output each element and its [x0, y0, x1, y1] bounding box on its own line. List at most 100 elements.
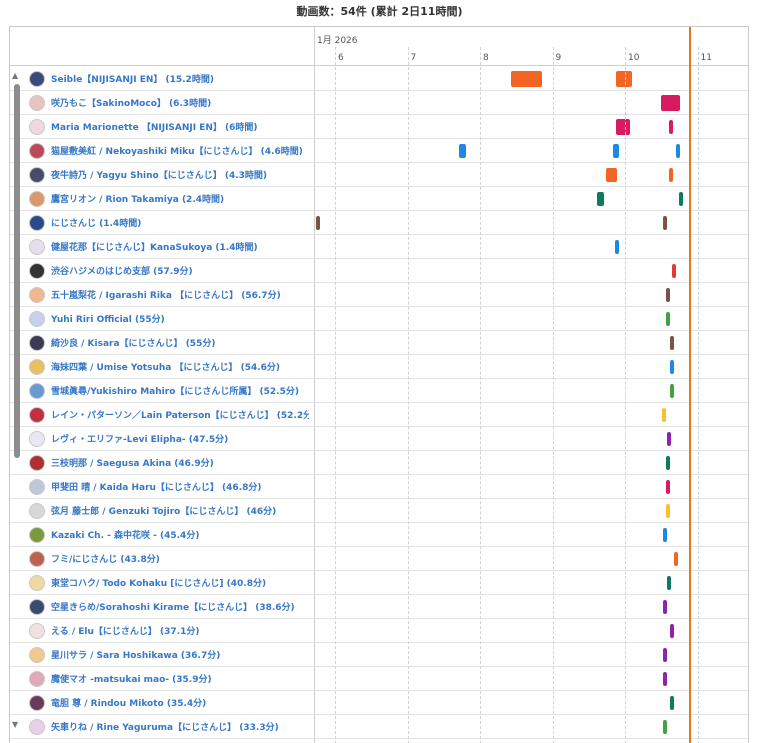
- channel-name-link[interactable]: Seible【NIJISANJI EN】 (15.2時間): [51, 72, 309, 85]
- stream-bar[interactable]: [662, 648, 667, 662]
- stream-bar[interactable]: [662, 600, 667, 614]
- channel-avatar[interactable]: [29, 359, 45, 375]
- channel-name-link[interactable]: 綺沙良 / Kisara【にじさんじ】 (55分): [51, 336, 309, 349]
- stream-bar[interactable]: [669, 696, 674, 710]
- scrollbar-thumb[interactable]: [14, 84, 20, 458]
- scroll-up-arrow-icon[interactable]: ▲: [12, 71, 18, 80]
- channel-name-link[interactable]: レイン・パターソン／Lain Paterson【にじさんじ】 (52.2分): [51, 408, 309, 421]
- stream-bar[interactable]: [669, 168, 674, 182]
- channel-name-link[interactable]: 三枝明那 / Saegusa Akina (46.9分): [51, 456, 309, 469]
- stream-bar[interactable]: [678, 192, 683, 206]
- scroll-down-arrow-icon[interactable]: ▼: [12, 720, 18, 729]
- stream-bar[interactable]: [597, 192, 604, 206]
- channel-name-link[interactable]: 健屋花那【にじさんじ】KanaSukoya (1.4時間): [51, 240, 309, 253]
- stream-bar[interactable]: [676, 144, 681, 158]
- stream-bar[interactable]: [666, 312, 671, 326]
- stream-bar[interactable]: [665, 480, 670, 494]
- stream-bar[interactable]: [663, 216, 668, 230]
- channel-row: 星川サラ / Sara Hoshikawa (36.7分): [10, 643, 748, 667]
- channel-avatar[interactable]: [29, 719, 45, 735]
- channel-name-link[interactable]: にじさんじ (1.4時間): [51, 216, 309, 229]
- channel-name-link[interactable]: Yuhi Riri Official (55分): [51, 312, 309, 325]
- channel-name-link[interactable]: 甲斐田 晴 / Kaida Haru【にじさんじ】 (46.8分): [51, 480, 309, 493]
- channel-name-link[interactable]: 弦月 藤士郎 / Genzuki Tojiro【にじさんじ】 (46分): [51, 504, 309, 517]
- channel-avatar[interactable]: [29, 119, 45, 135]
- channel-avatar[interactable]: [29, 287, 45, 303]
- stream-bar[interactable]: [667, 576, 672, 590]
- channel-name-link[interactable]: 猫屋敷美紅 / Nekoyashiki Miku【にじさんじ】 (4.6時間): [51, 144, 309, 157]
- channel-name-link[interactable]: レヴィ・エリファ-Levi Elipha- (47.5分): [51, 432, 309, 445]
- stream-bar[interactable]: [662, 672, 667, 686]
- channel-avatar[interactable]: [29, 647, 45, 663]
- channel-avatar[interactable]: [29, 599, 45, 615]
- channel-name-link[interactable]: 空星きらめ/Sorahoshi Kirame【にじさんじ】 (38.6分): [51, 600, 309, 613]
- channel-name-link[interactable]: 雪城眞尋/Yukishiro Mahiro【にじさんじ所属】 (52.5分): [51, 384, 309, 397]
- stream-bar[interactable]: [606, 168, 618, 182]
- stream-bar[interactable]: [665, 504, 670, 518]
- channel-row: Seible【NIJISANJI EN】 (15.2時間): [10, 67, 748, 91]
- channel-avatar[interactable]: [29, 431, 45, 447]
- stream-bar[interactable]: [665, 456, 670, 470]
- stream-bar[interactable]: [613, 144, 620, 158]
- stream-bar[interactable]: [669, 336, 674, 350]
- stream-bar[interactable]: [662, 720, 667, 734]
- channel-name-link[interactable]: 東堂コハク/ Todo Kohaku [にじさんじ] (40.8分): [51, 576, 309, 589]
- channel-avatar[interactable]: [29, 239, 45, 255]
- stream-bar[interactable]: [661, 408, 666, 422]
- stream-bar[interactable]: [662, 528, 667, 542]
- channel-avatar[interactable]: [29, 623, 45, 639]
- channel-avatar[interactable]: [29, 167, 45, 183]
- channel-avatar[interactable]: [29, 71, 45, 87]
- channel-avatar[interactable]: [29, 311, 45, 327]
- stream-bar[interactable]: [667, 432, 672, 446]
- stream-bar[interactable]: [615, 71, 632, 87]
- stream-bar[interactable]: [673, 552, 678, 566]
- stream-bar[interactable]: [661, 95, 681, 111]
- channel-name-link[interactable]: 咲乃もこ【SakinoMoco】 (6.3時間): [51, 96, 309, 109]
- channel-avatar[interactable]: [29, 95, 45, 111]
- channel-name-link[interactable]: 五十嵐梨花 / Igarashi Rika 【にじさんじ】 (56.7分): [51, 288, 309, 301]
- stream-bar[interactable]: [614, 240, 619, 254]
- channel-avatar[interactable]: [29, 503, 45, 519]
- channel-name-link[interactable]: Maria Marionette 【NIJISANJI EN】 (6時間): [51, 120, 309, 133]
- stream-bar[interactable]: [615, 119, 631, 135]
- channel-name-link[interactable]: 海妹四葉 / Umise Yotsuha 【にじさんじ】 (54.6分): [51, 360, 309, 373]
- channel-avatar[interactable]: [29, 575, 45, 591]
- channel-avatar[interactable]: [29, 455, 45, 471]
- channel-avatar[interactable]: [29, 479, 45, 495]
- channel-avatar[interactable]: [29, 215, 45, 231]
- stream-bar[interactable]: [316, 216, 321, 230]
- channel-avatar[interactable]: [29, 527, 45, 543]
- channel-name-link[interactable]: 魔使マオ -matsukai mao- (35.9分): [51, 672, 309, 685]
- channel-name-link[interactable]: える / Elu【にじさんじ】 (37.1分): [51, 624, 309, 637]
- channel-row: 五十嵐梨花 / Igarashi Rika 【にじさんじ】 (56.7分): [10, 283, 748, 307]
- stream-bar[interactable]: [665, 288, 670, 302]
- channel-name-link[interactable]: Kazaki Ch. ‐ 森中花咲 ‐ (45.4分): [51, 528, 309, 541]
- channel-name-link[interactable]: 渋谷ハジメのはじめ支部 (57.9分): [51, 264, 309, 277]
- stream-bar[interactable]: [511, 71, 542, 87]
- channel-avatar[interactable]: [29, 383, 45, 399]
- current-time-line: [688, 27, 691, 743]
- channel-row: 弦月 藤士郎 / Genzuki Tojiro【にじさんじ】 (46分): [10, 499, 748, 523]
- channel-avatar[interactable]: [29, 335, 45, 351]
- stream-bar[interactable]: [669, 360, 674, 374]
- channel-avatar[interactable]: [29, 407, 45, 423]
- channel-row: 竜胆 尊 / Rindou Mikoto (35.4分): [10, 691, 748, 715]
- channel-avatar[interactable]: [29, 695, 45, 711]
- stream-bar[interactable]: [669, 384, 674, 398]
- channel-avatar[interactable]: [29, 551, 45, 567]
- stream-bar[interactable]: [458, 144, 467, 158]
- stream-bar[interactable]: [669, 120, 674, 134]
- channel-avatar[interactable]: [29, 263, 45, 279]
- channel-name-link[interactable]: 矢車りね / Rine Yaguruma【にじさんじ】 (33.3分): [51, 720, 309, 733]
- channel-name-link[interactable]: フミ/にじさんじ (43.8分): [51, 552, 309, 565]
- channel-name-link[interactable]: 夜牛詩乃 / Yagyu Shino【にじさんじ】 (4.3時間): [51, 168, 309, 181]
- channel-name-link[interactable]: 星川サラ / Sara Hoshikawa (36.7分): [51, 648, 309, 661]
- channel-avatar[interactable]: [29, 671, 45, 687]
- channel-name-link[interactable]: 鷹宮リオン / Rion Takamiya (2.4時間): [51, 192, 309, 205]
- channel-avatar[interactable]: [29, 191, 45, 207]
- channel-avatar[interactable]: [29, 143, 45, 159]
- stream-bar[interactable]: [669, 624, 674, 638]
- stream-bar[interactable]: [672, 264, 677, 278]
- channel-name-link[interactable]: 竜胆 尊 / Rindou Mikoto (35.4分): [51, 696, 309, 709]
